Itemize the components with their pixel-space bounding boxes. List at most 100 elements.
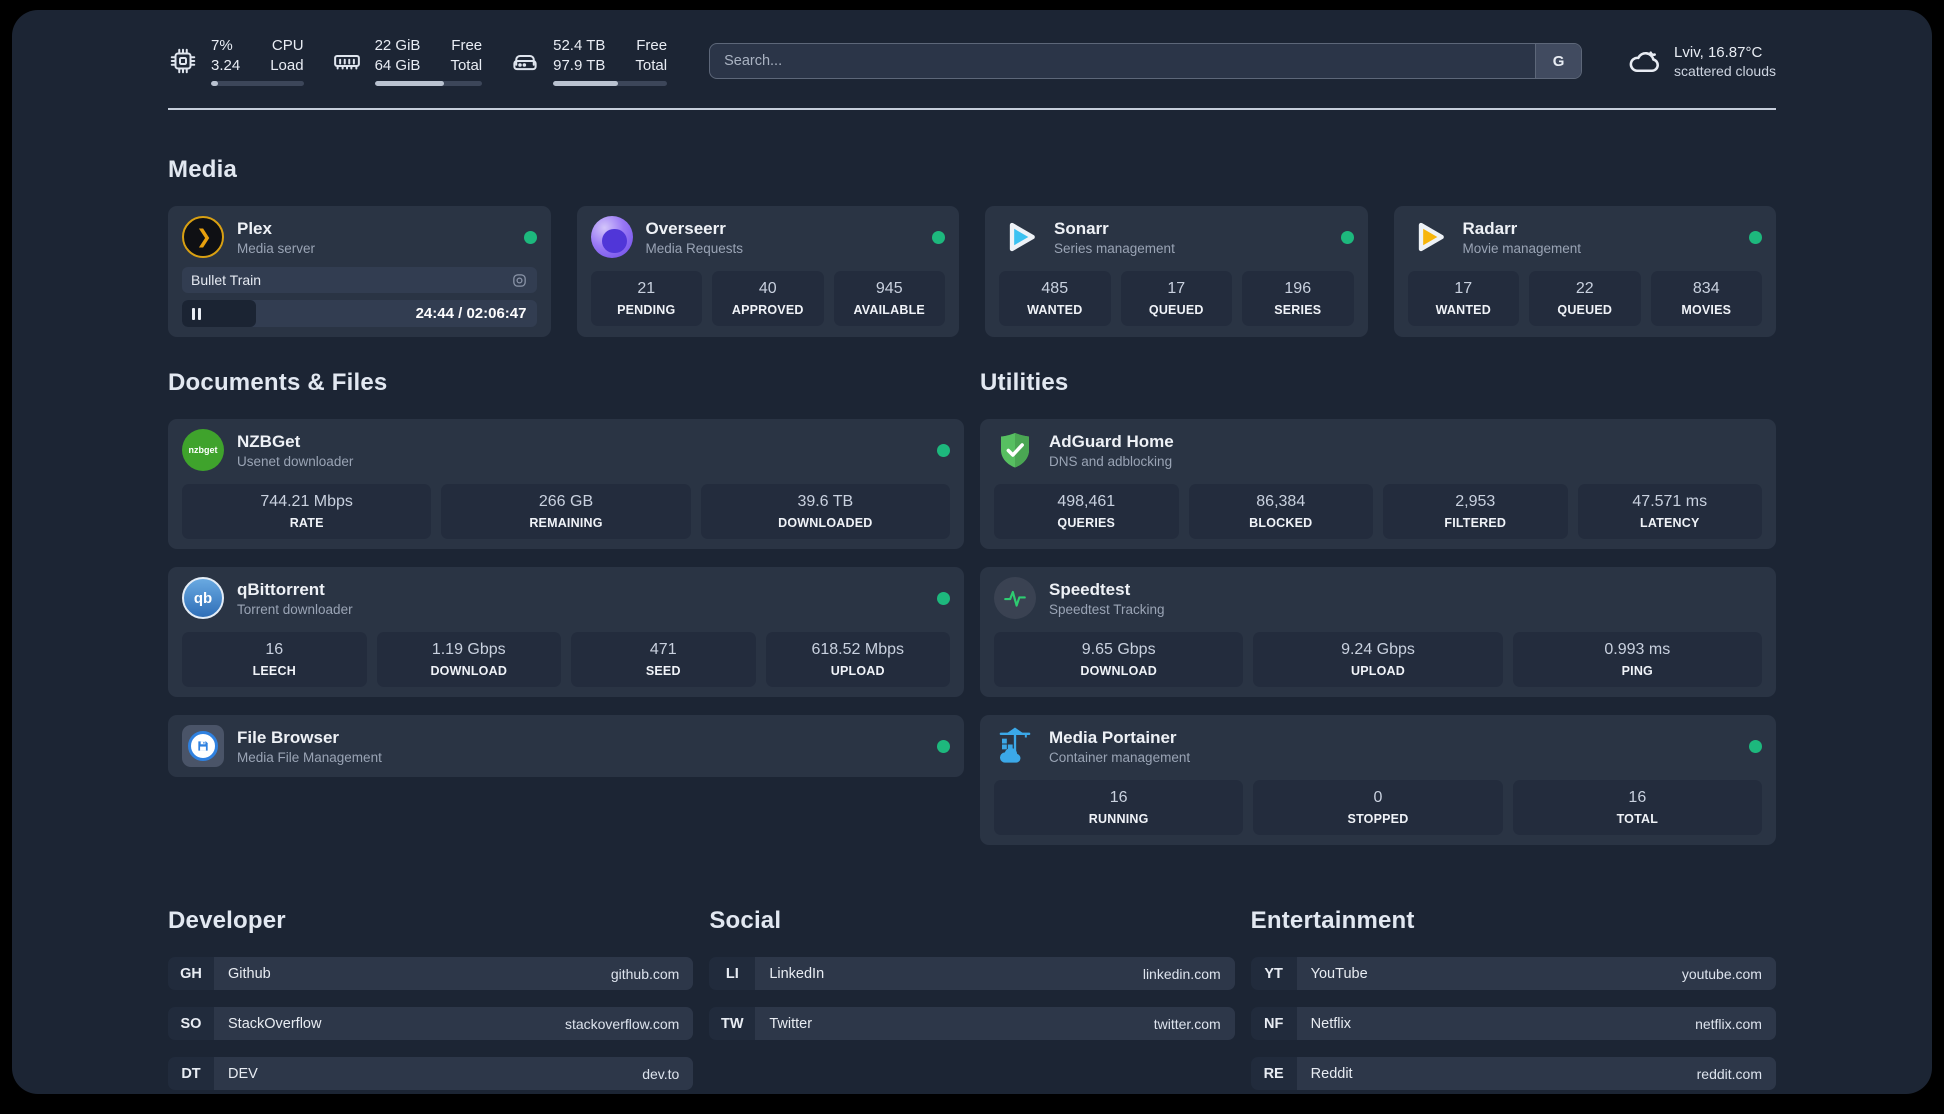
ram-progress-bar [374, 81, 483, 86]
link-name: YouTube [1310, 965, 1368, 982]
stat-total: 16 TOTAL [1512, 780, 1762, 835]
dashboard-page: 7% 3.24 CPU Load 22 GiB 64 GiB Free Tota… [12, 10, 1932, 1094]
app-name: File Browser [237, 727, 340, 747]
links-group-entertainment: Entertainment YT YouTube youtube.com NF … [1250, 907, 1776, 1090]
weather-condition: scattered clouds [1674, 62, 1776, 79]
app-name: Radarr [1462, 218, 1518, 238]
app-card-speedtest[interactable]: Speedtest Speedtest Tracking 9.65 Gbps D… [980, 567, 1776, 697]
status-online-dot [937, 443, 950, 457]
app-name: NZBGet [237, 431, 301, 451]
link-url: netflix.com [1695, 1015, 1762, 1032]
cpu-progress-bar [211, 81, 304, 86]
stat-remaining: 266 GB REMAINING [441, 484, 691, 539]
stat-series: 196 SERIES [1242, 271, 1354, 326]
link-stackoverflow[interactable]: SO StackOverflow stackoverflow.com [168, 1007, 694, 1040]
radarr-icon [1408, 216, 1450, 258]
now-playing-row: Bullet Train [182, 267, 537, 293]
link-netflix[interactable]: NF Netflix netflix.com [1250, 1007, 1776, 1040]
cpu-icon [168, 46, 198, 76]
section-title-documents: Documents & Files [168, 369, 388, 396]
status-online-dot [937, 591, 950, 605]
links-group-social: Social LI LinkedIn linkedin.com TW Twitt… [709, 907, 1235, 1090]
ram-free-value: 22 GiB [374, 37, 421, 54]
link-twitter[interactable]: TW Twitter twitter.com [709, 1007, 1235, 1040]
stat-wanted: 17 WANTED [1407, 271, 1519, 326]
cpu-stat: 7% 3.24 CPU Load [168, 36, 304, 86]
app-desc: Series management [1054, 240, 1175, 256]
speedtest-icon [994, 577, 1036, 619]
weather-location-temp: Lviv, 16.87°C [1674, 43, 1763, 61]
link-badge: RE [1250, 1057, 1297, 1090]
ram-icon [332, 46, 362, 76]
cpu-load-value: 3.24 [211, 56, 241, 74]
link-url: dev.to [642, 1065, 680, 1082]
link-youtube[interactable]: YT YouTube youtube.com [1250, 957, 1776, 990]
link-github[interactable]: GH Github github.com [168, 957, 694, 990]
app-card-qbittorrent[interactable]: qb qBittorrent Torrent downloader 16 LEE… [168, 567, 964, 697]
app-name: Media Portainer [1049, 727, 1177, 747]
cloud-icon [1626, 43, 1662, 79]
app-desc: Media Requests [645, 240, 744, 256]
disk-free-value: 52.4 TB [553, 37, 606, 54]
search-input[interactable] [709, 43, 1583, 79]
disk-total-value: 97.9 TB [553, 56, 606, 74]
ram-free-label: Free [451, 37, 483, 54]
app-card-sonarr[interactable]: Sonarr Series management 485 WANTED 17 Q… [985, 206, 1368, 337]
stat-rate: 744.21 Mbps RATE [182, 484, 432, 539]
link-dev[interactable]: DT DEV dev.to [168, 1057, 694, 1090]
link-badge: YT [1250, 957, 1297, 990]
app-card-adguard[interactable]: AdGuard Home DNS and adblocking 498,461 … [980, 419, 1776, 549]
app-card-nzbget[interactable]: nzbget NZBGet Usenet downloader 744.21 M… [168, 419, 964, 549]
app-name: Overseerr [645, 218, 726, 238]
plex-icon: ❯ [182, 216, 224, 258]
app-card-overseerr[interactable]: Overseerr Media Requests 21 PENDING 40 A… [576, 206, 959, 337]
link-url: stackoverflow.com [564, 1015, 680, 1032]
app-card-plex[interactable]: ❯ Plex Media server Bullet Train 24:44 /… [168, 206, 551, 337]
app-card-filebrowser[interactable]: File Browser Media File Management [168, 715, 964, 777]
link-badge: TW [709, 1007, 756, 1040]
app-desc: Speedtest Tracking [1049, 601, 1165, 617]
ram-stat: 22 GiB 64 GiB Free Total [332, 36, 483, 86]
app-desc: DNS and adblocking [1049, 453, 1173, 469]
app-desc: Media server [237, 240, 316, 256]
header-divider [168, 108, 1776, 110]
disk-total-label: Total [635, 56, 668, 74]
stat-filtered: 2,953 FILTERED [1383, 484, 1568, 539]
ram-total-value: 64 GiB [374, 56, 421, 74]
app-card-radarr[interactable]: Radarr Movie management 17 WANTED 22 QUE… [1393, 206, 1776, 337]
app-name: Speedtest [1049, 579, 1131, 599]
link-reddit[interactable]: RE Reddit reddit.com [1250, 1057, 1776, 1090]
seek-bar[interactable]: 24:44 / 02:06:47 [182, 300, 537, 327]
app-name: qBittorrent [237, 579, 325, 599]
app-card-portainer[interactable]: Media Portainer Container management 16 … [980, 715, 1776, 845]
link-linkedin[interactable]: LI LinkedIn linkedin.com [709, 957, 1235, 990]
overseerr-icon [590, 216, 633, 258]
status-online-dot [1749, 739, 1762, 753]
disk-icon [510, 46, 540, 76]
stat-queued: 22 QUEUED [1529, 271, 1641, 326]
link-url: reddit.com [1696, 1065, 1762, 1082]
status-online-dot [937, 739, 950, 753]
link-url: youtube.com [1681, 965, 1762, 982]
stat-wanted: 485 WANTED [999, 271, 1111, 326]
stat-upload: 9.24 Gbps UPLOAD [1253, 632, 1503, 687]
search-engine-button[interactable]: G [1535, 44, 1582, 78]
link-name: Twitter [769, 1015, 813, 1032]
header: 7% 3.24 CPU Load 22 GiB 64 GiB Free Tota… [168, 36, 1776, 86]
session-target-icon[interactable] [511, 272, 528, 289]
link-badge: DT [168, 1057, 214, 1090]
app-desc: Usenet downloader [237, 453, 354, 469]
stat-queued: 17 QUEUED [1120, 271, 1232, 326]
disk-progress-bar [553, 81, 668, 86]
disk-stat: 52.4 TB 97.9 TB Free Total [510, 36, 668, 86]
stat-available: 945 AVAILABLE [833, 271, 945, 326]
app-name: Plex [237, 218, 272, 238]
adguard-icon [994, 429, 1036, 471]
pause-icon[interactable] [192, 307, 201, 320]
weather-widget: Lviv, 16.87°C scattered clouds [1626, 43, 1776, 79]
status-online-dot [1749, 230, 1762, 244]
links-group-developer: Developer GH Github github.com SO StackO… [168, 907, 694, 1090]
cpu-usage-label: CPU [271, 37, 304, 54]
app-desc: Media File Management [237, 749, 382, 765]
stat-download: 1.19 Gbps DOWNLOAD [376, 632, 561, 687]
